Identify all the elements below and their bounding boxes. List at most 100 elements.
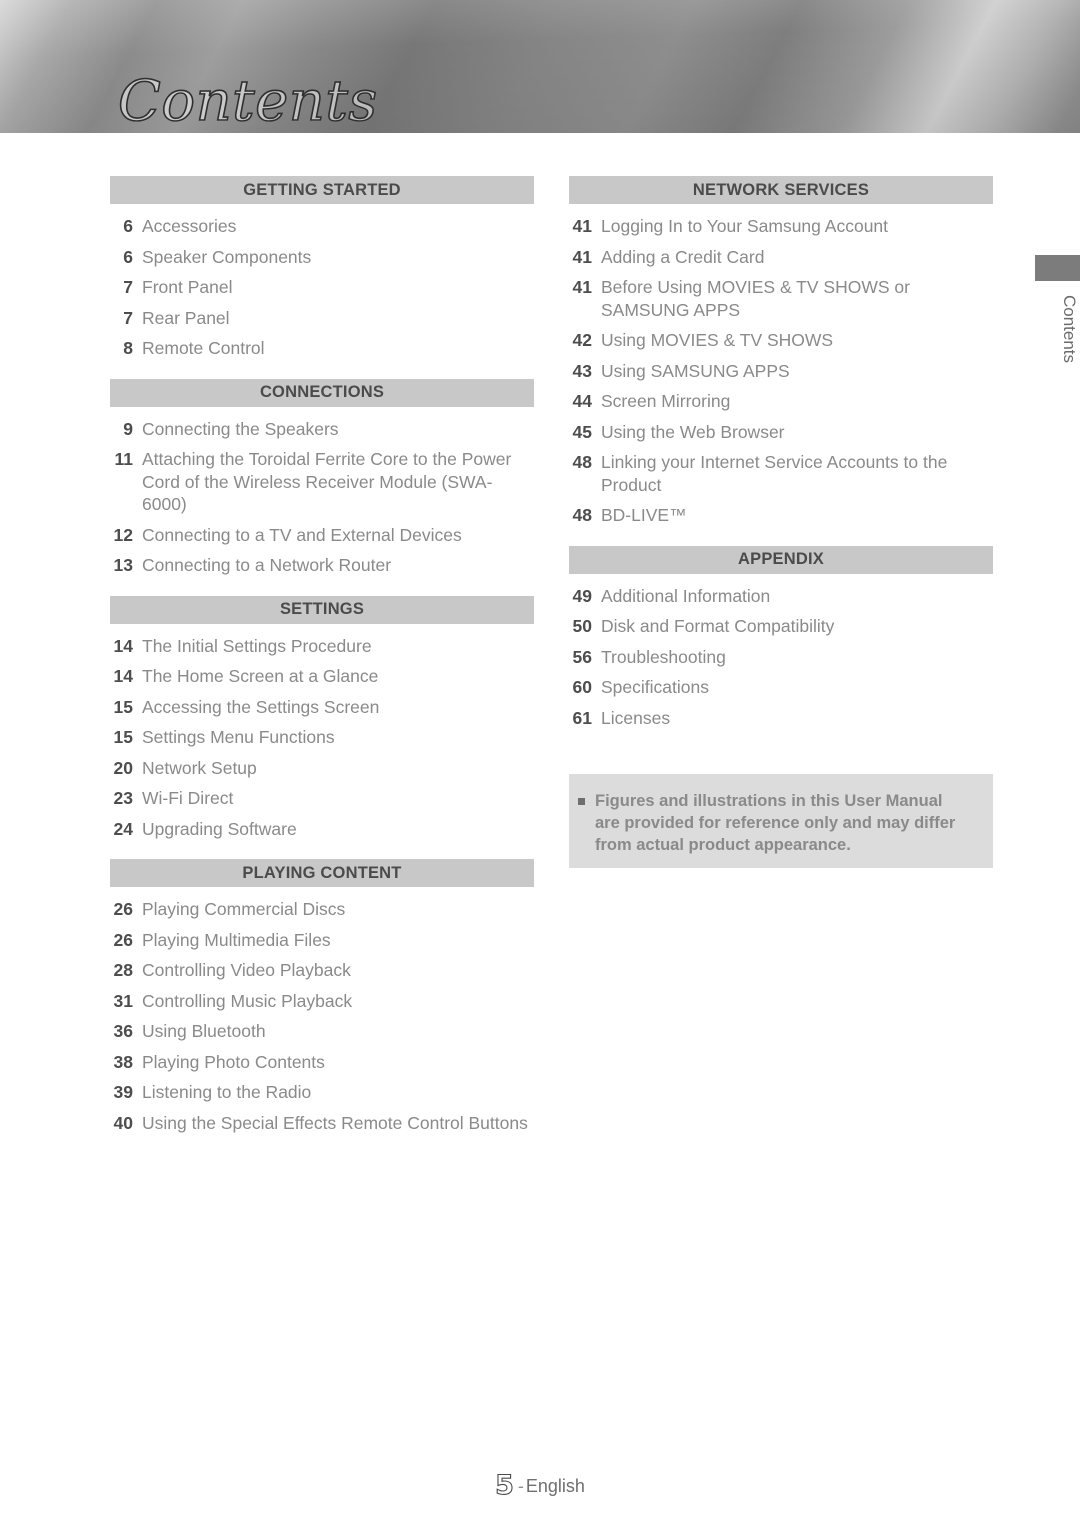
toc-page-number: 23 [113, 788, 133, 808]
toc-list-appendix: 49 Additional Information 50 Disk and Fo… [569, 574, 993, 730]
toc-entry-title: Playing Multimedia Files [142, 929, 331, 950]
toc-entry-title: Attaching the Toroidal Ferrite Core to t… [142, 449, 512, 514]
toc-page-number: 20 [113, 757, 133, 778]
toc-entry[interactable]: 31 Controlling Music Playback [110, 982, 534, 1013]
toc-page-number: 26 [113, 899, 133, 919]
toc-entry[interactable]: 24 Upgrading Software [110, 810, 534, 841]
toc-page-number: 44 [572, 391, 592, 411]
toc-entry[interactable]: 14 The Initial Settings Procedure [110, 624, 534, 658]
toc-entry[interactable]: 26 Playing Multimedia Files [110, 921, 534, 952]
toc-entry[interactable]: 13 Connecting to a Network Router [110, 546, 534, 577]
toc-entry-title: Controlling Music Playback [142, 990, 353, 1011]
toc-entry-title: Adding a Credit Card [601, 246, 765, 267]
note-box: Figures and illustrations in this User M… [569, 774, 993, 868]
toc-entry[interactable]: 50 Disk and Format Compatibility [569, 607, 993, 638]
toc-column-right: NETWORK SERVICES 41 Logging In to Your S… [569, 176, 993, 729]
square-bullet-icon [578, 798, 585, 805]
toc-page-number: 8 [123, 338, 133, 358]
toc-entry[interactable]: 42 Using MOVIES & TV SHOWS [569, 321, 993, 352]
toc-entry[interactable]: 15 Accessing the Settings Screen [110, 688, 534, 719]
section-heading-network-services: NETWORK SERVICES [569, 176, 993, 204]
page-footer: 5- English [0, 1469, 1080, 1501]
toc-entry-title: Playing Commercial Discs [142, 899, 346, 919]
toc-entry-title: BD-LIVE™ [601, 505, 687, 525]
toc-entry[interactable]: 49 Additional Information [569, 574, 993, 608]
toc-entry[interactable]: 41 Before Using MOVIES & TV SHOWS or SAM… [569, 268, 993, 321]
toc-entry[interactable]: 28 Controlling Video Playback [110, 951, 534, 982]
toc-entry-title: Accessories [142, 216, 237, 236]
toc-entry[interactable]: 41 Adding a Credit Card [569, 238, 993, 269]
toc-entry[interactable]: 7 Front Panel [110, 268, 534, 299]
toc-entry[interactable]: 26 Playing Commercial Discs [110, 887, 534, 921]
toc-entry[interactable]: 23 Wi-Fi Direct [110, 779, 534, 810]
toc-page-number: 14 [113, 635, 133, 656]
toc-page-number: 43 [572, 360, 592, 381]
toc-page-number: 41 [572, 246, 592, 267]
toc-entry-title: The Home Screen at a Glance [142, 666, 379, 686]
toc-page-number: 39 [113, 1082, 133, 1102]
toc-entry-title: Licenses [601, 707, 671, 728]
toc-page-number: 61 [572, 707, 592, 728]
toc-page-number: 38 [113, 1051, 133, 1072]
toc-entry-title: Specifications [601, 677, 709, 697]
page-title: Contents [117, 69, 378, 133]
toc-entry[interactable]: 11 Attaching the Toroidal Ferrite Core t… [110, 440, 534, 516]
toc-entry[interactable]: 60 Specifications [569, 668, 993, 699]
toc-entry-title: Controlling Video Playback [142, 960, 351, 980]
toc-entry-title: Listening to the Radio [142, 1082, 312, 1102]
toc-entry-title: Playing Photo Contents [142, 1051, 325, 1072]
toc-page-number: 56 [572, 646, 592, 667]
toc-page-number: 24 [113, 818, 133, 839]
toc-entry[interactable]: 38 Playing Photo Contents [110, 1043, 534, 1074]
toc-entry-title: Logging In to Your Samsung Account [601, 216, 889, 236]
toc-list-playing-content: 26 Playing Commercial Discs 26 Playing M… [110, 887, 534, 1134]
toc-entry-title: Using SAMSUNG APPS [601, 360, 790, 381]
toc-entry[interactable]: 7 Rear Panel [110, 299, 534, 330]
toc-entry-title: The Initial Settings Procedure [142, 635, 372, 656]
toc-entry[interactable]: 36 Using Bluetooth [110, 1012, 534, 1043]
toc-page-number: 14 [113, 666, 133, 686]
toc-entry[interactable]: 48 BD-LIVE™ [569, 496, 993, 527]
toc-entry[interactable]: 45 Using the Web Browser [569, 413, 993, 444]
toc-entry[interactable]: 9 Connecting the Speakers [110, 407, 534, 441]
section-heading-appendix: APPENDIX [569, 545, 993, 574]
toc-page-number: 41 [572, 277, 592, 297]
toc-entry[interactable]: 8 Remote Control [110, 329, 534, 360]
toc-entry[interactable]: 48 Linking your Internet Service Account… [569, 443, 993, 496]
note-row: Figures and illustrations in this User M… [578, 790, 971, 856]
toc-page-number: 15 [113, 696, 133, 717]
toc-entry-title: Settings Menu Functions [142, 727, 335, 747]
toc-entry[interactable]: 6 Accessories [110, 204, 534, 238]
toc-entry[interactable]: 39 Listening to the Radio [110, 1073, 534, 1104]
toc-entry[interactable]: 14 The Home Screen at a Glance [110, 657, 534, 688]
toc-entry[interactable]: 15 Settings Menu Functions [110, 718, 534, 749]
page-header-banner: Contents [0, 0, 1080, 133]
toc-entry-title: Disk and Format Compatibility [601, 616, 835, 636]
section-heading-getting-started: GETTING STARTED [110, 176, 534, 204]
toc-page-number: 7 [123, 307, 133, 328]
toc-entry[interactable]: 44 Screen Mirroring [569, 382, 993, 413]
toc-entry-title: Network Setup [142, 757, 257, 778]
section-heading-settings: SETTINGS [110, 595, 534, 624]
toc-entry[interactable]: 20 Network Setup [110, 749, 534, 780]
toc-entry[interactable]: 6 Speaker Components [110, 238, 534, 269]
toc-entry[interactable]: 43 Using SAMSUNG APPS [569, 352, 993, 383]
side-tab-label: Contents [1060, 294, 1080, 364]
toc-page-number: 6 [123, 216, 133, 236]
toc-page-number: 45 [572, 421, 592, 442]
toc-entry-title: Connecting the Speakers [142, 418, 339, 439]
toc-page-number: 50 [572, 616, 592, 636]
toc-entry[interactable]: 40 Using the Special Effects Remote Cont… [110, 1104, 534, 1135]
toc-page-number: 12 [113, 524, 133, 545]
toc-entry[interactable]: 12 Connecting to a TV and External Devic… [110, 516, 534, 547]
toc-page-number: 26 [113, 929, 133, 950]
toc-entry-title: Wi-Fi Direct [142, 788, 234, 808]
toc-page-number: 7 [123, 277, 133, 297]
toc-page-number: 6 [123, 246, 133, 267]
toc-entry[interactable]: 41 Logging In to Your Samsung Account [569, 204, 993, 238]
toc-entry-title: Remote Control [142, 338, 265, 358]
toc-entry[interactable]: 61 Licenses [569, 699, 993, 730]
toc-page-number: 15 [113, 727, 133, 747]
side-tab-label-wrapper: Contents [1035, 285, 1080, 363]
toc-entry[interactable]: 56 Troubleshooting [569, 638, 993, 669]
